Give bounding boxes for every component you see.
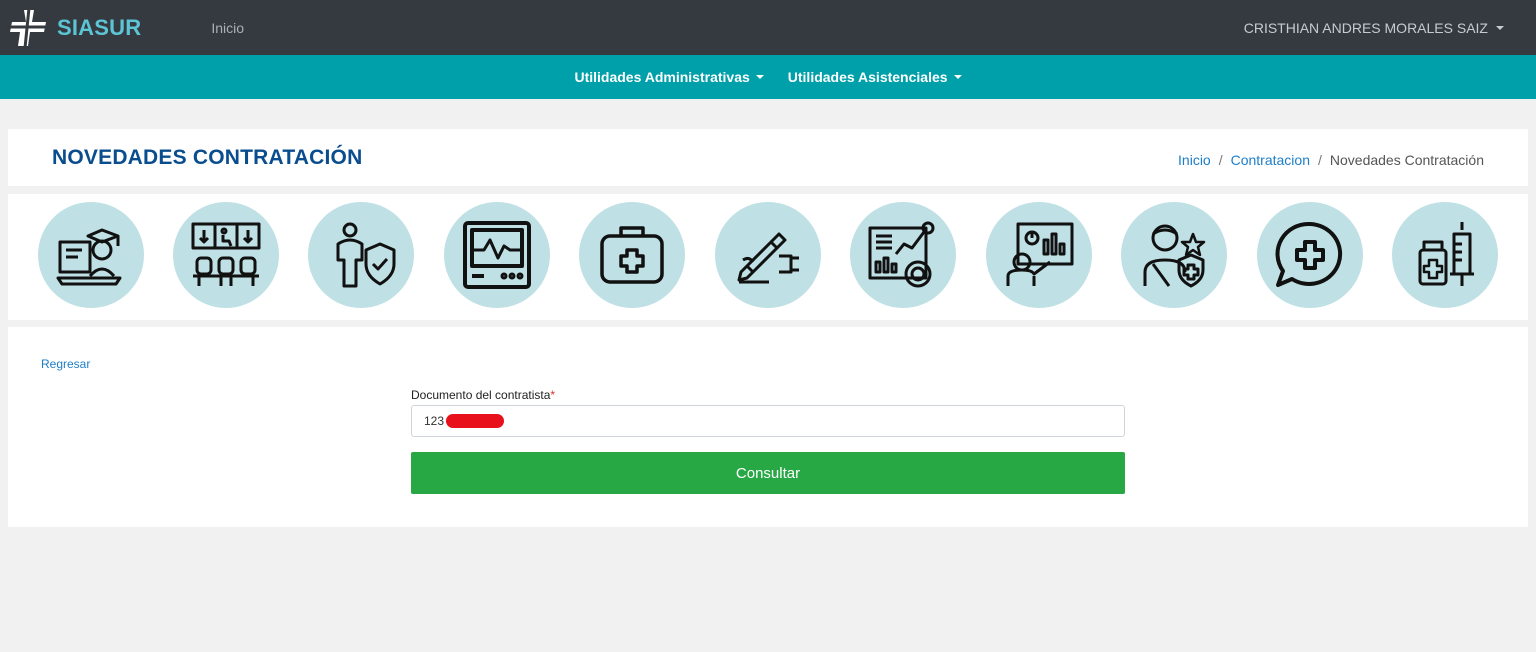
page-title: NOVEDADES CONTRATACIÓN [52,146,363,169]
insurance-shield-person-icon [336,222,396,288]
module-injured-patient[interactable] [1121,202,1227,308]
nav-link-inicio[interactable]: Inicio [211,20,244,36]
breadcrumb-inicio[interactable]: Inicio [1178,152,1211,168]
module-analytics[interactable] [850,202,956,308]
waiting-room-icon [191,222,261,286]
menu-utilidades-asistenciales[interactable]: Utilidades Asistenciales [788,69,962,85]
online-education-icon [56,228,122,286]
redaction-mark [446,414,504,428]
module-first-aid[interactable] [579,202,685,308]
breadcrumb: Inicio / Contratacion / Novedades Contra… [1178,152,1484,168]
document-field-label: Documento del contratista* [411,388,555,402]
medical-cross-logo-icon [10,7,48,48]
module-online-education[interactable] [38,202,144,308]
chevron-down-icon [1496,25,1504,30]
breadcrumb-current: Novedades Contratación [1329,152,1484,168]
back-link[interactable]: Regresar [41,357,90,371]
required-mark: * [550,388,556,402]
module-waiting-room[interactable] [173,202,279,308]
medical-chat-icon [1275,221,1343,287]
module-insurance[interactable] [308,202,414,308]
chevron-down-icon [755,75,764,79]
document-label-text: Documento del contratista [411,388,551,402]
user-name: CRISTHIAN ANDRES MORALES SAIZ [1243,19,1488,36]
module-contract-signing[interactable] [715,202,821,308]
menu-label: Utilidades Asistenciales [787,69,948,85]
analytics-dashboard-icon [868,221,935,288]
injured-patient-shield-icon [1143,224,1206,288]
menu-utilidades-administrativas[interactable]: Utilidades Administrativas [574,69,764,85]
brand[interactable]: SIASUR [10,7,142,48]
presentation-teacher-icon [1006,222,1074,286]
page-header: NOVEDADES CONTRATACIÓN Inicio / Contrata… [8,129,1528,186]
module-training[interactable] [986,202,1092,308]
module-icons-strip [8,194,1528,320]
module-menu-bar: Utilidades Administrativas Utilidades As… [0,55,1536,99]
user-menu[interactable]: CRISTHIAN ANDRES MORALES SAIZ [1244,0,1504,55]
chevron-down-icon [953,75,962,79]
heart-monitor-icon [463,221,531,289]
medication-syringe-icon [1418,222,1474,286]
breadcrumb-separator: / [1318,152,1322,168]
document-input[interactable] [411,405,1125,437]
app-name: SIASUR [57,14,142,40]
module-heart-monitor[interactable] [444,202,550,308]
menu-label: Utilidades Administrativas [574,69,750,85]
consult-form-card: Regresar Documento del contratista* Cons… [8,327,1528,527]
signing-contract-icon [737,232,799,284]
breadcrumb-contratacion[interactable]: Contratacion [1231,152,1310,168]
top-navbar: SIASUR Inicio CRISTHIAN ANDRES MORALES S… [0,0,1536,55]
module-medication[interactable] [1392,202,1498,308]
module-medical-chat[interactable] [1257,202,1363,308]
consultar-button[interactable]: Consultar [411,452,1125,494]
breadcrumb-separator: / [1218,152,1223,168]
first-aid-kit-icon [600,226,664,284]
